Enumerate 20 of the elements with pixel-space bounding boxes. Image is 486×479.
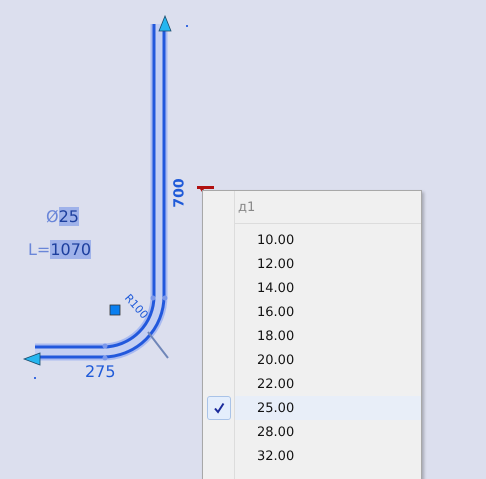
radius-line xyxy=(147,331,169,359)
menu-item[interactable]: 20.00 xyxy=(235,348,421,372)
menu-item[interactable]: 25.00 xyxy=(235,396,421,420)
menu-item[interactable]: 18.00 xyxy=(235,324,421,348)
menu-item[interactable]: 16.00 xyxy=(235,300,421,324)
arrow-icon[interactable] xyxy=(158,14,172,32)
menu-item[interactable]: 10.00 xyxy=(235,228,421,252)
dimension-label[interactable]: 275 xyxy=(85,364,116,380)
arrow-icon[interactable] xyxy=(22,352,40,366)
menu-item[interactable]: 12.00 xyxy=(235,252,421,276)
dimension-label[interactable]: 700 xyxy=(172,178,187,208)
menu-item[interactable]: 28.00 xyxy=(235,420,421,444)
marker-icon xyxy=(197,186,214,192)
menu-item[interactable]: 22.00 xyxy=(235,372,421,396)
length-label: L=1070 xyxy=(28,240,92,259)
handle-icon[interactable] xyxy=(110,304,120,316)
menu-item[interactable]: 14.00 xyxy=(235,276,421,300)
menu-item[interactable]: 32.00 xyxy=(235,444,421,468)
diameter-label: Ø25 xyxy=(46,207,79,226)
menu-header: д1 xyxy=(235,191,421,224)
